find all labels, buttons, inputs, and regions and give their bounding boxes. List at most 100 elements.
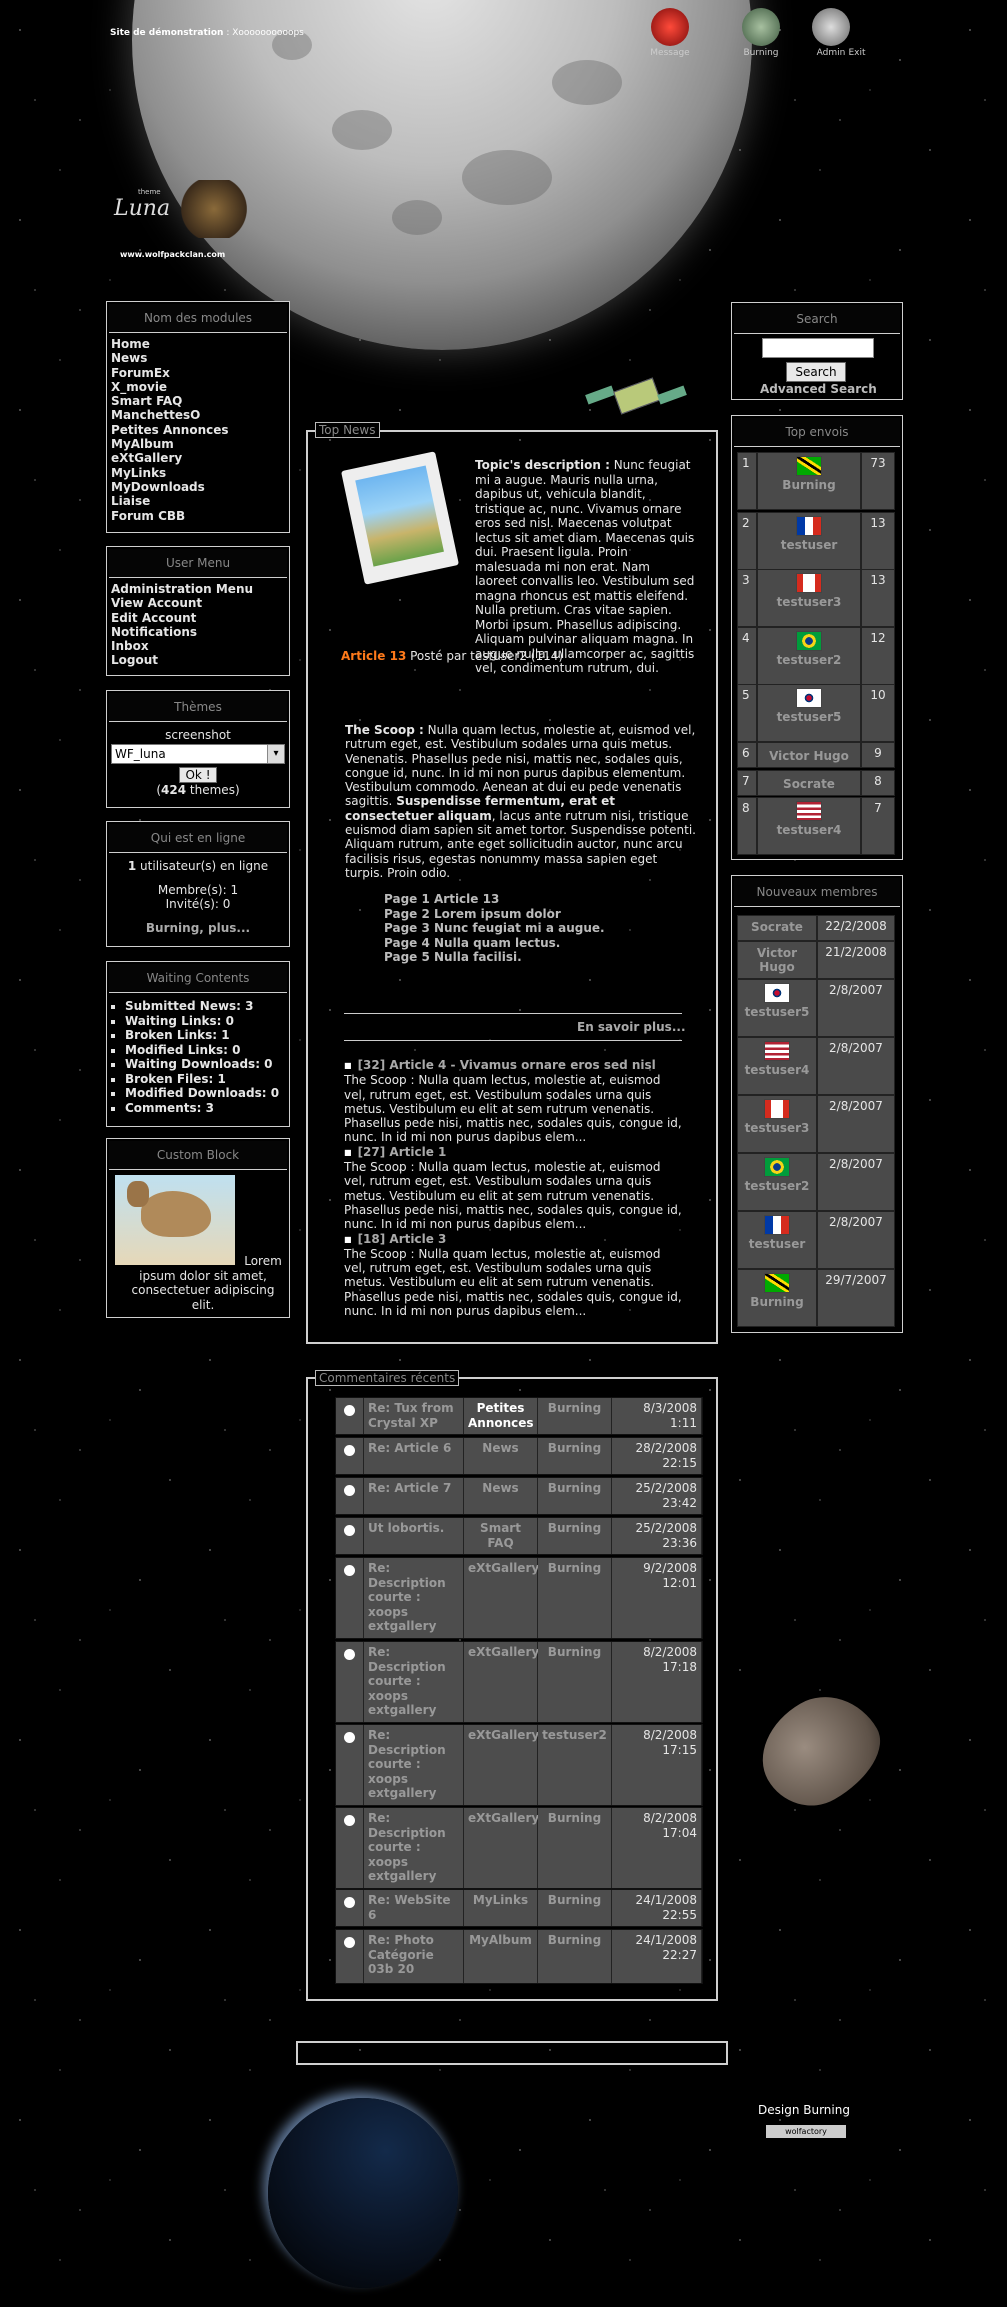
article-page-link[interactable]: Page 3 Nunc feugiat mi a augue. <box>384 921 605 936</box>
comment-user[interactable]: Burning <box>538 1398 612 1434</box>
comment-user[interactable]: Burning <box>538 1518 612 1554</box>
comment-title[interactable]: Re: Description courte : xoops extgaller… <box>364 1558 464 1638</box>
user-cell[interactable]: testuser3 <box>757 569 861 627</box>
waiting-item[interactable]: Broken Links: 1 <box>125 1028 289 1043</box>
comment-user[interactable]: Burning <box>538 1438 612 1474</box>
member-cell[interactable]: testuser2 <box>737 1153 817 1211</box>
member-cell[interactable]: testuser4 <box>737 1037 817 1095</box>
comment-module[interactable]: eXtGallery <box>464 1725 539 1805</box>
news-item-title[interactable]: [18] Article 3 <box>344 1232 684 1247</box>
comment-module[interactable]: eXtGallery <box>464 1642 539 1722</box>
comment-row[interactable]: Re: WebSite 6 MyLinks Burning 24/1/2008 22:… <box>335 1889 703 1927</box>
article-page-link[interactable]: Page 2 Lorem ipsum dolor <box>384 907 605 922</box>
module-link[interactable]: Liaise <box>111 494 285 508</box>
comment-row[interactable]: Re: Description courte : xoops extgaller… <box>335 1807 703 1889</box>
comment-row[interactable]: Re: Description courte : xoops extgaller… <box>335 1724 703 1806</box>
theme-ok-button[interactable]: Ok ! <box>179 767 217 783</box>
waiting-item[interactable]: Submitted News: 3 <box>125 999 289 1014</box>
user-cell[interactable]: Socrate <box>757 770 861 796</box>
comment-module[interactable]: MyLinks <box>464 1890 538 1926</box>
comment-title[interactable]: Re: Description courte : xoops extgaller… <box>364 1725 464 1805</box>
comment-title[interactable]: Re: WebSite 6 <box>364 1890 464 1926</box>
module-link[interactable]: MyAlbum <box>111 437 285 451</box>
module-link[interactable]: ForumEx <box>111 366 285 380</box>
module-link[interactable]: eXtGallery <box>111 451 285 465</box>
comment-row[interactable]: Re: Description courte : xoops extgaller… <box>335 1557 703 1639</box>
comment-module[interactable]: News <box>464 1438 538 1474</box>
member-cell[interactable]: Burning <box>737 1269 817 1327</box>
wolfactory-badge[interactable]: wolfactory <box>766 2125 846 2138</box>
module-link[interactable]: ManchettesO <box>111 408 285 422</box>
waiting-item[interactable]: Modified Links: 0 <box>125 1043 289 1058</box>
comment-title[interactable]: Re: Description courte : xoops extgaller… <box>364 1808 464 1888</box>
waiting-item[interactable]: Waiting Links: 0 <box>125 1014 289 1029</box>
user-menu-link[interactable]: Administration Menu <box>111 582 285 596</box>
theme-select[interactable]: WF_luna ▾ <box>111 744 285 764</box>
comment-row[interactable]: Re: Description courte : xoops extgaller… <box>335 1641 703 1723</box>
search-button[interactable]: Search <box>786 362 846 382</box>
member-cell[interactable]: testuser <box>737 1211 817 1269</box>
waiting-item[interactable]: Broken Files: 1 <box>125 1072 289 1087</box>
user-cell[interactable]: testuser4 <box>757 797 861 855</box>
article-page-link[interactable]: Page 1 Article 13 <box>384 892 605 907</box>
comment-user[interactable]: Burning <box>538 1478 612 1514</box>
user-menu-link[interactable]: Notifications <box>111 625 285 639</box>
search-input[interactable] <box>762 338 874 358</box>
member-cell[interactable]: Victor Hugo <box>737 941 817 979</box>
comment-user[interactable]: Burning <box>538 1558 612 1638</box>
comment-module[interactable]: News <box>464 1478 538 1514</box>
comment-module[interactable]: eXtGallery <box>464 1808 539 1888</box>
module-link[interactable]: Home <box>111 337 285 351</box>
user-menu-link[interactable]: Edit Account <box>111 611 285 625</box>
comment-row[interactable]: Re: Article 7 News Burning 25/2/2008 23:42 <box>335 1477 703 1515</box>
module-link[interactable]: MyLinks <box>111 466 285 480</box>
member-cell[interactable]: testuser5 <box>737 979 817 1037</box>
comment-module[interactable]: Smart FAQ <box>464 1518 538 1554</box>
advanced-search-link[interactable]: Advanced Search <box>760 382 877 396</box>
user-menu-link[interactable]: Inbox <box>111 639 285 653</box>
user-cell[interactable]: Victor Hugo <box>757 742 861 768</box>
module-link[interactable]: Smart FAQ <box>111 394 285 408</box>
comment-user[interactable]: Burning <box>538 1890 612 1926</box>
comment-title[interactable]: Re: Tux from Crystal XP <box>364 1398 464 1434</box>
module-link[interactable]: Petites Annonces <box>111 423 285 437</box>
comment-row[interactable]: Re: Tux from Crystal XP Petites Annonces B… <box>335 1397 703 1435</box>
comment-title[interactable]: Re: Article 6 <box>364 1438 464 1474</box>
user-cell[interactable]: testuser <box>757 512 861 570</box>
comment-module[interactable]: MyAlbum <box>464 1930 538 1983</box>
member-cell[interactable]: Socrate <box>737 915 817 941</box>
module-link[interactable]: News <box>111 351 285 365</box>
module-link[interactable]: Forum CBB <box>111 509 285 523</box>
comment-user[interactable]: Burning <box>538 1930 612 1983</box>
waiting-item[interactable]: Waiting Downloads: 0 <box>125 1057 289 1072</box>
comment-user[interactable]: testuser2 <box>538 1725 612 1805</box>
waiting-item[interactable]: Comments: 3 <box>125 1101 289 1116</box>
site-logo[interactable]: theme Luna www.wolfpackclan.com <box>108 180 268 270</box>
online-more-link[interactable]: Burning, plus... <box>107 921 289 935</box>
comment-user[interactable]: Burning <box>538 1808 612 1888</box>
module-link[interactable]: X_movie <box>111 380 285 394</box>
comment-row[interactable]: Re: Photo Catégorie 03b 20 MyAlbum Burning… <box>335 1929 703 1984</box>
comment-row[interactable]: Ut lobortis. Smart FAQ Burning 25/2/2008 23… <box>335 1517 703 1555</box>
comment-title[interactable]: Re: Article 7 <box>364 1478 464 1514</box>
nav-message[interactable]: Message <box>640 8 700 58</box>
user-menu-link[interactable]: Logout <box>111 653 285 667</box>
user-menu-link[interactable]: View Account <box>111 596 285 610</box>
nav-exit[interactable]: Exit <box>837 8 877 58</box>
comment-module[interactable]: eXtGallery <box>464 1558 539 1638</box>
comment-title[interactable]: Re: Photo Catégorie 03b 20 <box>364 1930 464 1983</box>
comment-row[interactable]: Re: Article 6 News Burning 28/2/2008 22:15 <box>335 1437 703 1475</box>
comment-user[interactable]: Burning <box>538 1642 612 1722</box>
article-title-link[interactable]: Article 13 <box>341 649 406 663</box>
read-more-link[interactable]: En savoir plus... <box>577 1020 686 1034</box>
news-item-title[interactable]: [32] Article 4 - Vivamus ornare eros sed… <box>344 1058 684 1073</box>
article-page-link[interactable]: Page 5 Nulla facilisi. <box>384 950 605 965</box>
comment-title[interactable]: Ut lobortis. <box>364 1518 464 1554</box>
comment-module[interactable]: Petites Annonces <box>464 1398 538 1434</box>
user-cell[interactable]: testuser2 <box>757 627 861 685</box>
comment-title[interactable]: Re: Description courte : xoops extgaller… <box>364 1642 464 1722</box>
nav-burning[interactable]: Burning <box>731 8 791 58</box>
news-item-title[interactable]: [27] Article 1 <box>344 1145 684 1160</box>
user-cell[interactable]: Burning <box>757 452 861 510</box>
member-cell[interactable]: testuser3 <box>737 1095 817 1153</box>
